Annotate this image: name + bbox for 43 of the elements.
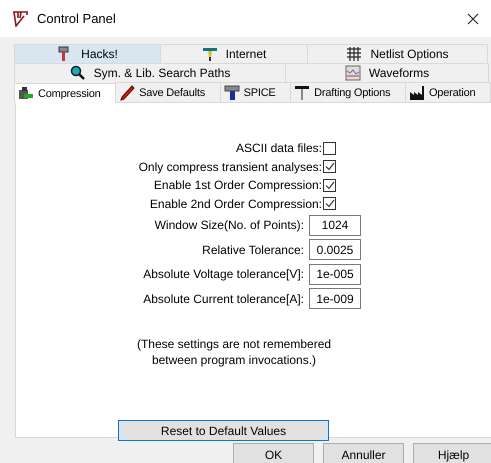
field-label: Window Size(No. of Points):: [154, 218, 304, 232]
checkbox-label: Only compress transient analyses:: [138, 160, 322, 174]
tab[interactable]: Drafting Options: [290, 82, 406, 102]
checkbox[interactable]: [323, 197, 336, 210]
dialog-button[interactable]: OK: [233, 443, 314, 463]
t-square-icon: [294, 84, 310, 100]
input-field[interactable]: 1e-005: [309, 264, 361, 285]
dialog-button[interactable]: Annuller: [323, 443, 404, 463]
field-label: Absolute Voltage tolerance[V]:: [142, 267, 304, 282]
checkbox[interactable]: [323, 160, 336, 174]
reset-button[interactable]: Reset to Default Values: [118, 420, 329, 441]
note-text: between program invocations.): [152, 352, 316, 368]
clamp-icon: [18, 86, 34, 102]
close-icon[interactable]: [467, 12, 479, 24]
magnifier-icon: [70, 65, 86, 81]
tab[interactable]: Waveforms: [285, 63, 489, 82]
tab[interactable]: Sym. & Lib. Search Paths: [14, 63, 286, 82]
checkbox[interactable]: [323, 178, 336, 192]
hammer-icon: [224, 84, 240, 100]
field-label: Absolute Current tolerance[A]:: [142, 292, 304, 306]
note-text: (These settings are not remembered: [136, 336, 332, 352]
tab[interactable]: Netlist Options: [307, 44, 488, 63]
input-field[interactable]: 1024: [309, 214, 361, 236]
tab[interactable]: Compression: [14, 83, 116, 103]
app-logo-icon: [12, 10, 29, 26]
chart-icon: [344, 65, 361, 81]
checkbox-label: Enable 2nd Order Compression:: [148, 196, 322, 211]
antenna-icon: [202, 46, 218, 62]
grid-icon: [346, 46, 362, 62]
tab[interactable]: Save Defaults: [115, 82, 221, 102]
tab[interactable]: Operation: [404, 82, 491, 102]
input-field[interactable]: 1e-009: [309, 288, 361, 310]
tab[interactable]: Hacks!: [14, 44, 161, 63]
field-label: Relative Tolerance:: [201, 242, 304, 257]
checkbox[interactable]: [323, 142, 336, 155]
tab[interactable]: Internet: [160, 44, 308, 63]
window-title: Control Panel: [37, 11, 117, 26]
checkbox-label: ASCII data files:: [234, 141, 322, 156]
checkbox-label: Enable 1st Order Compression:: [152, 178, 322, 192]
input-field[interactable]: 0.0025: [309, 239, 361, 260]
dialog-button[interactable]: Hjælp: [413, 443, 491, 463]
factory-icon: [408, 84, 425, 100]
tab[interactable]: SPICE: [220, 82, 292, 102]
